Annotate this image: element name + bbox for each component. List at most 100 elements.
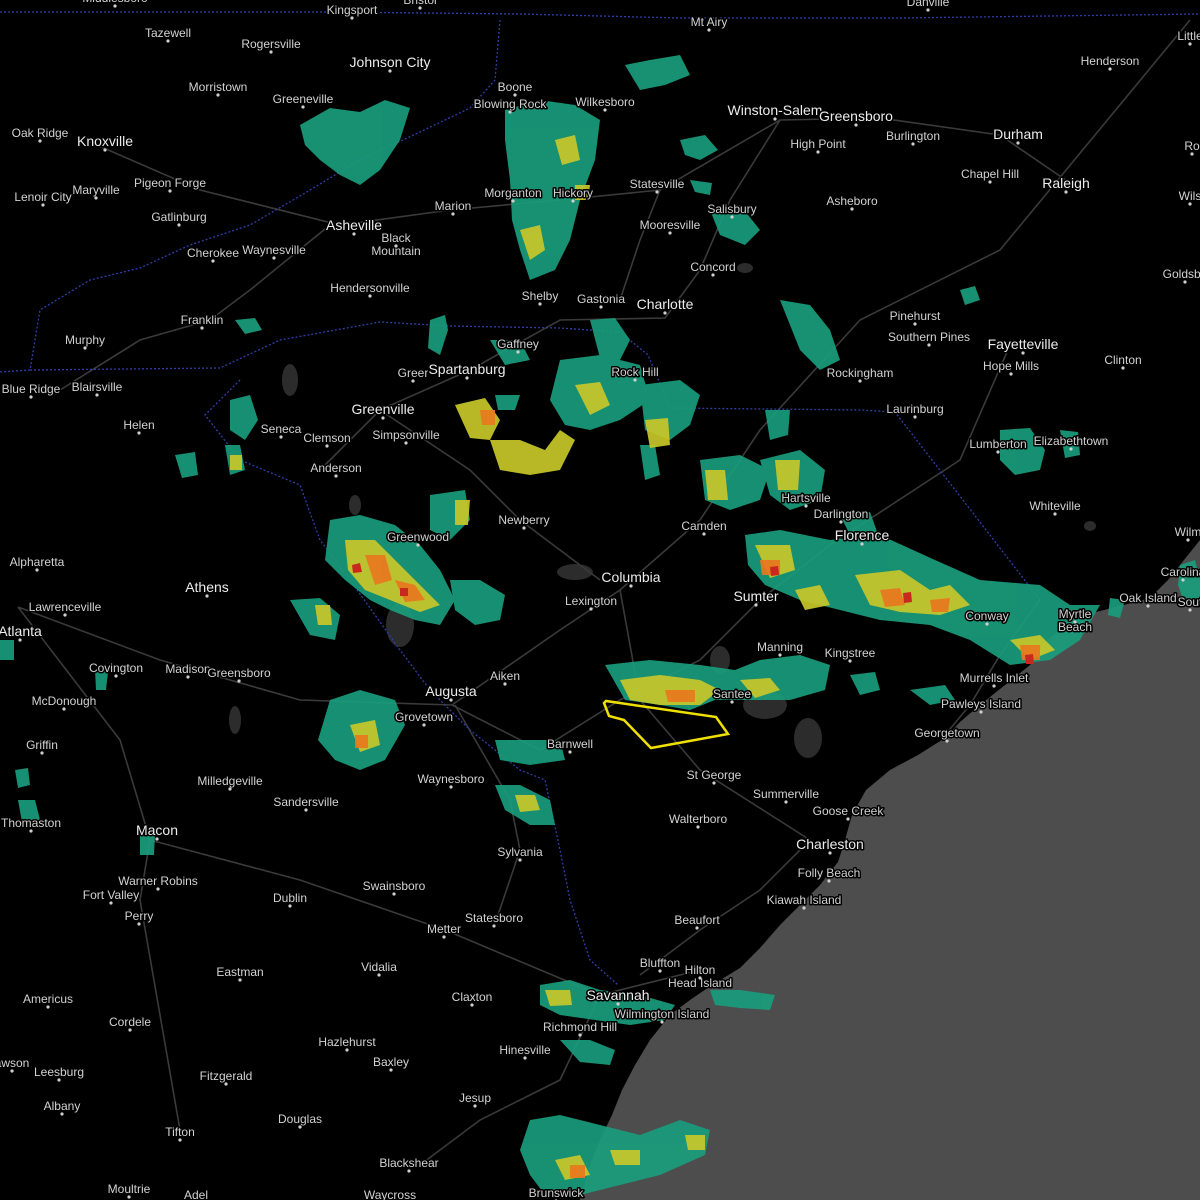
city-dot-covington (114, 674, 118, 678)
city-dot-dublin (288, 904, 292, 908)
city-label-little: Little (1177, 29, 1200, 43)
city-label-oak-island: Oak Island (1119, 591, 1176, 605)
city-dot-milledgeville (228, 787, 232, 791)
city-dot-richmond-hill (578, 1033, 582, 1037)
city-dot-folly-beach (827, 879, 831, 883)
city-label-shelby: Shelby (522, 289, 559, 303)
city-dot-murphy (83, 346, 87, 350)
city-dot-maryville (94, 196, 98, 200)
city-label-spartanburg: Spartanburg (428, 361, 505, 377)
city-dot-mt-airy (707, 28, 711, 32)
city-dot-black-mountain (394, 244, 398, 248)
city-label-southern-pines: Southern Pines (888, 330, 970, 344)
city-label-albany: Albany (44, 1099, 81, 1113)
city-label-anderson: Anderson (310, 461, 361, 475)
city-dot-wilmington (1186, 538, 1190, 542)
city-label-greenwood: Greenwood (387, 530, 449, 544)
city-dot-goose-creek (846, 817, 850, 821)
city-label-greeneville: Greeneville (273, 92, 334, 106)
city-dot-swainsboro (392, 892, 396, 896)
city-dot-blue-ridge (29, 395, 33, 399)
city-dot-salisbury (730, 215, 734, 219)
city-dot-hazlehurst (345, 1048, 349, 1052)
city-dot-claxton (470, 1003, 474, 1007)
city-label-winston-salem: Winston-Salem (728, 102, 823, 118)
city-dot-dawson (10, 1069, 14, 1073)
city-label-tazewell: Tazewell (145, 26, 191, 40)
radar-map[interactable]: Kingsport Bristol Danville Middlesboro Tazew… (0, 0, 1200, 1200)
city-dot-greensboro-ga (237, 679, 241, 683)
city-label-blowing-rock: Blowing Rock (474, 97, 548, 111)
city-dot-grovetown (422, 723, 426, 727)
city-dot-henderson (1108, 67, 1112, 71)
city-dot-beaufort (695, 926, 699, 930)
city-label-jesup: Jesup (459, 1091, 491, 1105)
city-dot-leesburg (57, 1078, 61, 1082)
city-label-dublin: Dublin (273, 891, 307, 905)
city-label-florence: Florence (835, 527, 890, 543)
city-label-douglas: Douglas (278, 1112, 322, 1126)
city-dot-sumter (754, 603, 758, 607)
city-label-gastonia: Gastonia (577, 292, 625, 306)
city-dot-greenwood (416, 543, 420, 547)
city-labels: Kingsport Bristol Danville Middlesboro Tazew… (0, 0, 1200, 1200)
city-dot-conway (985, 622, 989, 626)
city-label-helen: Helen (123, 418, 154, 432)
city-dot-vidalia (377, 973, 381, 977)
city-dot-eastman (238, 978, 242, 982)
city-dot-augusta (449, 698, 453, 702)
city-label-hope-mills: Hope Mills (983, 359, 1039, 373)
city-dot-wilson (1188, 202, 1192, 206)
city-dot-asheboro (850, 207, 854, 211)
city-label-clemson: Clemson (303, 431, 350, 445)
city-dot-franklin (200, 326, 204, 330)
city-label-folly-beach: Folly Beach (798, 866, 861, 880)
city-dot-bluffton (658, 969, 662, 973)
city-label-wilson: Wils (1179, 189, 1200, 203)
city-dot-cordele (128, 1028, 132, 1032)
city-dot-elizabethtown (1069, 447, 1073, 451)
city-label-athens: Athens (185, 579, 229, 595)
city-label-kingstree: Kingstree (825, 646, 876, 660)
city-label-mcdonough: McDonough (32, 694, 97, 708)
city-dot-gastonia (599, 305, 603, 309)
city-dot-fitzgerald (224, 1082, 228, 1086)
city-dot-camden (702, 532, 706, 536)
city-label-barnwell: Barnwell (547, 737, 593, 751)
city-label-middlesboro: Middlesboro (82, 0, 148, 5)
city-label-cordele: Cordele (109, 1015, 151, 1029)
city-dot-hinesville (523, 1056, 527, 1060)
city-dot-greeneville (301, 105, 305, 109)
city-dot-high-point (816, 150, 820, 154)
city-label-blue-ridge: Blue Ridge (2, 382, 61, 396)
city-dot-spartanburg (465, 376, 469, 380)
city-label-aiken: Aiken (490, 669, 520, 683)
city-label-fort-valley: Fort Valley (83, 888, 139, 902)
city-label-wilkesboro: Wilkesboro (575, 95, 635, 109)
city-dot-rogersville (269, 50, 273, 54)
city-label-fitzgerald: Fitzgerald (200, 1069, 253, 1083)
city-dot-barnwell (568, 750, 572, 754)
city-dot-kiawah-island (802, 906, 806, 910)
city-label-tifton: Tifton (165, 1125, 195, 1139)
city-dot-georgetown (945, 739, 949, 743)
city-label-asheboro: Asheboro (826, 194, 878, 208)
city-label-greenville: Greenville (351, 401, 414, 417)
city-dot-carolina-beach (1181, 578, 1185, 582)
city-label-summerville: Summerville (753, 787, 819, 801)
city-dot-atlanta (18, 638, 22, 642)
city-label-adel: Adel (184, 1188, 208, 1200)
city-label-murrells-inlet: Murrells Inlet (960, 671, 1029, 685)
city-label-milledgeville: Milledgeville (197, 774, 263, 788)
city-dot-kingsport (350, 16, 354, 20)
city-label-richmond-hill: Richmond Hill (543, 1020, 617, 1034)
city-label-greensboro-nc: Greensboro (819, 108, 893, 124)
city-dot-murrells-inlet (992, 684, 996, 688)
city-dot-cherokee (211, 259, 215, 263)
city-label-manning: Manning (757, 640, 803, 654)
city-label-walterboro: Walterboro (669, 812, 728, 826)
city-label-newberry: Newberry (498, 513, 549, 527)
city-label-cherokee: Cherokee (187, 246, 239, 260)
city-label-johnson-city: Johnson City (350, 54, 431, 70)
city-dot-blowing-rock (508, 110, 512, 114)
